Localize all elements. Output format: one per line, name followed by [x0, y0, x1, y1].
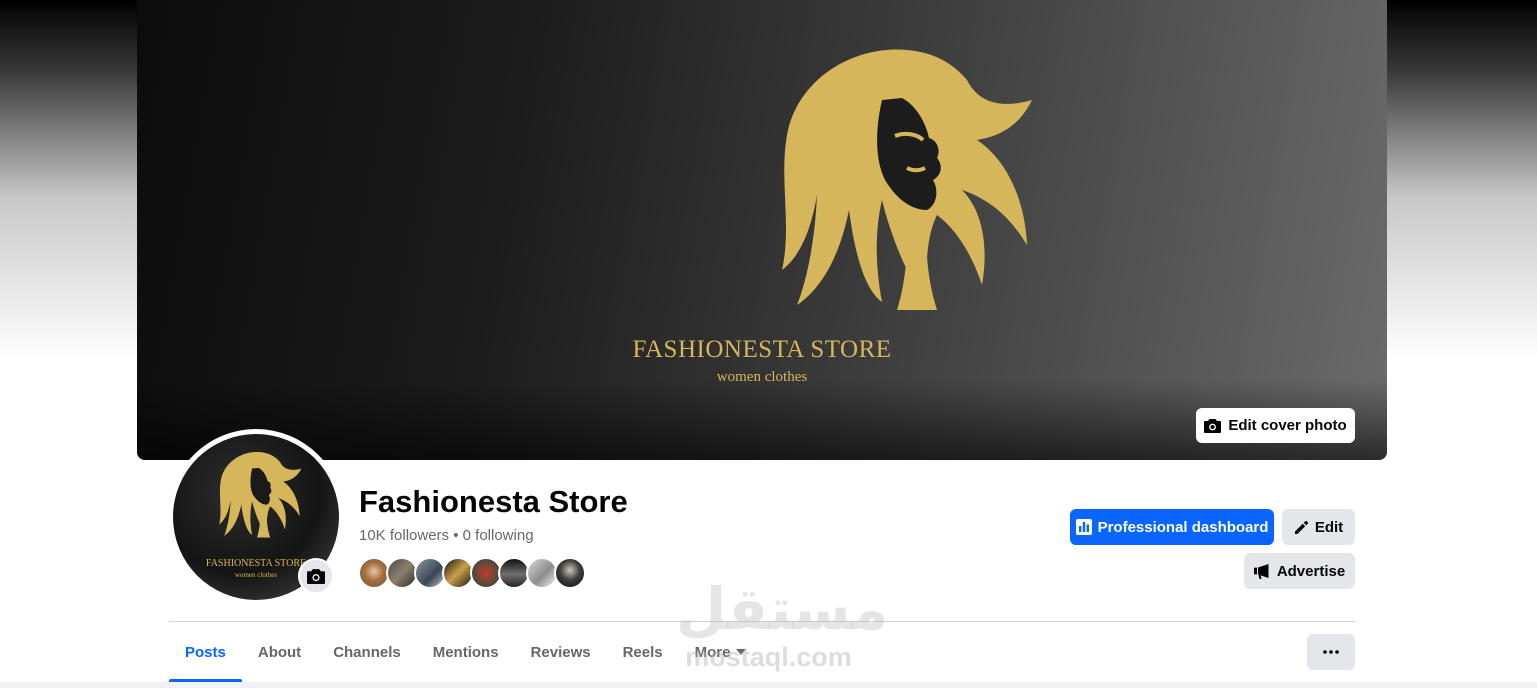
tab-label: Mentions [432, 643, 499, 661]
ellipsis-icon [1323, 650, 1339, 654]
woman-silhouette-logo [782, 49, 1032, 310]
stats-separator: • [453, 527, 459, 544]
woman-silhouette-logo [219, 451, 302, 538]
tab-label: About [257, 643, 302, 661]
tab-reels[interactable]: Reels [607, 622, 679, 682]
tab-reviews[interactable]: Reviews [515, 622, 607, 682]
follower-avatar[interactable] [554, 557, 586, 589]
following-link[interactable]: 0 following [463, 527, 534, 544]
tab-mentions[interactable]: Mentions [417, 622, 515, 682]
pencil-icon [1294, 520, 1308, 534]
professional-dashboard-button[interactable]: Professional dashboard [1070, 509, 1274, 545]
cover-brand-text: FASHIONESTA STORE [632, 336, 892, 363]
advertise-label: Advertise [1276, 562, 1346, 580]
edit-button[interactable]: Edit [1282, 509, 1355, 545]
camera-icon [307, 569, 325, 584]
camera-icon [1204, 419, 1222, 433]
tab-label: Channels [333, 643, 401, 661]
advertise-button[interactable]: Advertise [1244, 553, 1355, 589]
tab-posts[interactable]: Posts [169, 622, 242, 682]
follow-stats: 10K followers • 0 following [359, 527, 534, 544]
tab-label: More [694, 643, 731, 661]
page-title: Fashionesta Store [359, 484, 628, 519]
megaphone-icon [1253, 563, 1269, 579]
tab-more[interactable]: More [679, 622, 763, 682]
content-area-top [0, 682, 1537, 688]
followers-link[interactable]: 10K followers [359, 527, 449, 544]
edit-cover-photo-button[interactable]: Edit cover photo [1196, 408, 1355, 443]
tab-channels[interactable]: Channels [317, 622, 417, 682]
caret-down-icon [736, 649, 747, 655]
more-options-button[interactable] [1307, 634, 1355, 670]
tab-about[interactable]: About [242, 622, 317, 682]
tab-label: Reviews [530, 643, 591, 661]
dashboard-chart-icon [1075, 519, 1092, 535]
edit-label: Edit [1314, 518, 1344, 536]
tab-label: Posts [185, 643, 226, 661]
profile-tabs: Posts About Channels Mentions Reviews Re… [169, 622, 762, 682]
edit-cover-photo-label: Edit cover photo [1228, 417, 1347, 434]
cover-photo[interactable]: FASHIONESTA STORE women clothes [137, 0, 1387, 460]
professional-dashboard-label: Professional dashboard [1097, 518, 1269, 536]
tab-label: Reels [622, 643, 663, 661]
update-profile-picture-button[interactable] [298, 558, 334, 594]
